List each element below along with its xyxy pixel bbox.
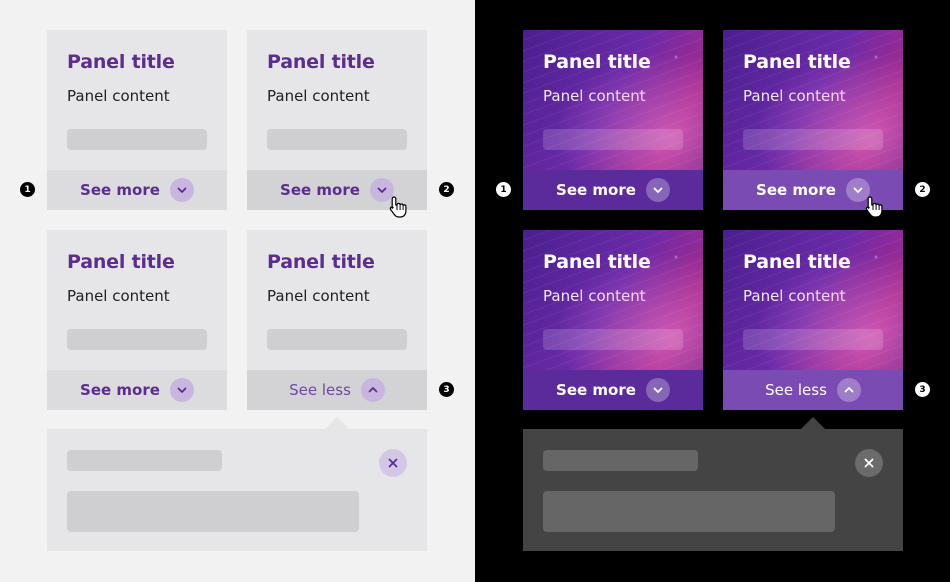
- light-theme-section: Panel title Panel content See more Panel…: [0, 0, 475, 582]
- content-placeholder: [67, 329, 207, 350]
- see-more-button[interactable]: See more: [47, 170, 227, 210]
- panel-dark-4: Panel title Panel content See less: [723, 230, 903, 410]
- chevron-up-icon: [360, 378, 385, 402]
- callout-marker-1: 1: [496, 182, 511, 197]
- hand-pointer-icon: [865, 196, 883, 218]
- callout-marker-3: 3: [915, 382, 930, 397]
- panel-content: Panel content: [67, 287, 170, 305]
- detail-heading-placeholder: [543, 450, 698, 471]
- panel-title: Panel title: [543, 51, 651, 73]
- dark-theme-section: Panel title Panel content See more Panel…: [475, 0, 950, 582]
- panel-dark-1: Panel title Panel content See more: [523, 30, 703, 210]
- panel-content: Panel content: [267, 87, 370, 105]
- callout-marker-2: 2: [439, 182, 454, 197]
- see-more-label: See more: [80, 381, 160, 399]
- hand-pointer-icon: [389, 196, 407, 218]
- callout-marker-3: 3: [439, 382, 454, 397]
- content-placeholder: [543, 129, 683, 150]
- close-icon: [388, 458, 398, 468]
- panel-title: Panel title: [267, 51, 375, 73]
- content-placeholder: [743, 129, 883, 150]
- expanded-panel-pointer: [801, 417, 825, 429]
- see-less-label: See less: [765, 381, 827, 399]
- chevron-down-icon: [645, 178, 670, 202]
- close-icon: [864, 458, 874, 468]
- see-more-button[interactable]: See more: [523, 370, 703, 410]
- panel-content: Panel content: [267, 287, 370, 305]
- callout-marker-2: 2: [915, 182, 930, 197]
- chevron-up-icon: [836, 378, 861, 402]
- chevron-down-icon: [169, 378, 194, 402]
- content-placeholder: [267, 129, 407, 150]
- close-button[interactable]: [379, 449, 407, 477]
- panel-light-2: Panel title Panel content See more: [247, 30, 427, 210]
- chevron-down-icon: [169, 178, 194, 202]
- see-more-label: See more: [280, 181, 360, 199]
- see-more-label: See more: [80, 181, 160, 199]
- see-more-label: See more: [756, 181, 836, 199]
- panel-dark-2: Panel title Panel content See more: [723, 30, 903, 210]
- detail-heading-placeholder: [67, 450, 222, 471]
- panel-title: Panel title: [743, 51, 851, 73]
- panel-content: Panel content: [543, 87, 646, 105]
- panel-dark-3: Panel title Panel content See more: [523, 230, 703, 410]
- expanded-detail-panel: [523, 417, 903, 551]
- content-placeholder: [67, 129, 207, 150]
- panel-title: Panel title: [267, 251, 375, 273]
- content-placeholder: [543, 329, 683, 350]
- content-placeholder: [267, 329, 407, 350]
- expanded-detail-panel: [47, 417, 427, 551]
- see-more-label: See more: [556, 381, 636, 399]
- panel-title: Panel title: [67, 251, 175, 273]
- panel-title: Panel title: [743, 251, 851, 273]
- see-less-button[interactable]: See less: [247, 370, 427, 410]
- chevron-down-icon: [645, 378, 670, 402]
- detail-body-placeholder: [67, 491, 359, 532]
- expanded-panel-pointer: [325, 417, 349, 429]
- content-placeholder: [743, 329, 883, 350]
- see-less-label: See less: [289, 381, 351, 399]
- panel-content: Panel content: [543, 287, 646, 305]
- panel-light-1: Panel title Panel content See more: [47, 30, 227, 210]
- close-button[interactable]: [855, 449, 883, 477]
- detail-body-placeholder: [543, 491, 835, 532]
- see-more-label: See more: [556, 181, 636, 199]
- see-more-button[interactable]: See more: [523, 170, 703, 210]
- callout-marker-1: 1: [20, 182, 35, 197]
- panel-light-3: Panel title Panel content See more: [47, 230, 227, 410]
- panel-title: Panel title: [543, 251, 651, 273]
- panel-content: Panel content: [67, 87, 170, 105]
- see-more-button[interactable]: See more: [47, 370, 227, 410]
- panel-content: Panel content: [743, 87, 846, 105]
- panel-light-4: Panel title Panel content See less: [247, 230, 427, 410]
- panel-content: Panel content: [743, 287, 846, 305]
- see-less-button[interactable]: See less: [723, 370, 903, 410]
- panel-title: Panel title: [67, 51, 175, 73]
